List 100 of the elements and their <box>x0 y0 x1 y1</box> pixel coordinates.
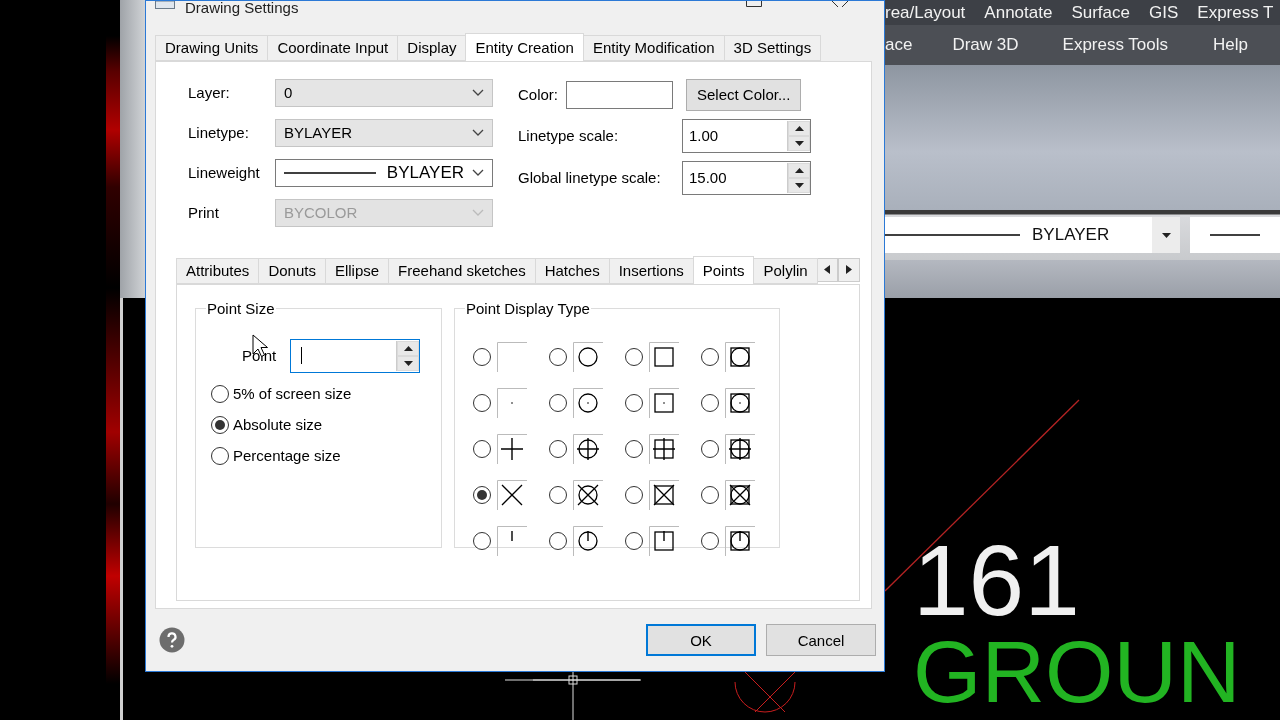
menu-item[interactable]: GIS <box>1149 2 1179 23</box>
settings-tab[interactable]: Display <box>397 34 467 61</box>
point-style-icon <box>573 525 603 556</box>
scroll-right-button[interactable] <box>838 257 860 282</box>
radio-button[interactable] <box>473 439 491 458</box>
down-arrow-icon[interactable] <box>794 182 804 188</box>
left-arrow-icon <box>824 265 831 275</box>
point-style-icon <box>497 433 527 464</box>
category-tab[interactable]: Insertions <box>608 257 694 284</box>
field-label: Linetype: <box>188 124 250 142</box>
category-tab[interactable]: Hatches <box>534 257 610 284</box>
radio-button[interactable] <box>211 384 229 403</box>
scroll-left-button[interactable] <box>816 257 839 282</box>
menu-item[interactable]: Express Tools <box>1062 35 1169 55</box>
option-label: 5% of screen size <box>233 385 352 403</box>
field-label: Global linetype scale: <box>518 169 662 187</box>
color-swatch[interactable] <box>566 80 673 109</box>
group-title: Point Display Type <box>465 299 591 317</box>
category-tab[interactable]: Freehand sketches <box>388 257 536 284</box>
menu-item[interactable]: Help <box>1213 35 1249 55</box>
drawing-text: GROUN <box>913 628 1241 716</box>
point-style-icon <box>649 433 679 464</box>
radio-button[interactable] <box>701 393 719 412</box>
field-label: Print <box>188 204 220 222</box>
point-style-icon <box>649 525 679 556</box>
point-style-icon <box>573 387 603 418</box>
settings-tab[interactable]: Entity Creation <box>465 32 584 61</box>
point-style-icon <box>497 387 527 418</box>
point-style-icon <box>649 341 679 372</box>
number-spinner[interactable]: 1.00 <box>682 118 811 153</box>
window-title: Drawing Settings <box>185 0 299 16</box>
point-style-icon <box>497 525 527 556</box>
number-spinner[interactable]: 15.00 <box>682 160 811 195</box>
down-arrow-icon[interactable] <box>794 140 804 146</box>
radio-button[interactable] <box>211 446 229 465</box>
radio-button[interactable] <box>473 531 491 550</box>
line-sample-icon <box>284 171 376 174</box>
point-style-icon <box>573 479 603 510</box>
settings-tab[interactable]: Drawing Units <box>155 34 269 61</box>
radio-button[interactable] <box>701 531 719 550</box>
close-icon[interactable] <box>832 1 848 7</box>
point-size-field[interactable] <box>290 338 421 373</box>
maximize-icon[interactable] <box>746 1 762 7</box>
point-style-icon <box>573 341 603 372</box>
chevron-down-icon <box>472 168 484 177</box>
radio-button[interactable] <box>473 485 491 504</box>
radio-button[interactable] <box>625 439 643 458</box>
radio-button[interactable] <box>549 485 567 504</box>
menu-item[interactable]: Draw 3D <box>952 35 1019 55</box>
dropdown[interactable]: BYLAYER <box>275 118 493 147</box>
radio-button[interactable] <box>549 393 567 412</box>
help-icon[interactable] <box>159 627 185 654</box>
lineweight-dropdown[interactable]: BYLAYER <box>885 217 1180 253</box>
radio-button[interactable] <box>625 485 643 504</box>
dialog-button[interactable]: Cancel <box>766 624 876 657</box>
category-tab[interactable]: Ellipse <box>324 257 390 284</box>
radio-button[interactable] <box>473 393 491 412</box>
radio-button[interactable] <box>701 439 719 458</box>
chevron-down-icon <box>472 208 484 217</box>
category-tab[interactable]: Attributes <box>176 257 260 284</box>
radio-button[interactable] <box>549 439 567 458</box>
down-arrow-icon[interactable] <box>403 360 413 366</box>
radio-button[interactable] <box>549 531 567 550</box>
radio-button[interactable] <box>625 531 643 550</box>
category-tab[interactable]: Polylin <box>753 257 818 284</box>
dialog-button[interactable]: OK <box>646 624 756 657</box>
settings-tab[interactable]: Entity Modification <box>582 34 725 61</box>
radio-button[interactable] <box>549 347 567 366</box>
menu-item[interactable]: Express T <box>1197 2 1274 23</box>
category-tab[interactable]: Donuts <box>258 257 326 284</box>
option-label: Absolute size <box>233 416 323 434</box>
up-arrow-icon[interactable] <box>403 345 413 351</box>
right-arrow-icon <box>846 265 853 275</box>
group-title: Point Size <box>206 299 276 317</box>
radio-button[interactable] <box>473 347 491 366</box>
chevron-down-icon <box>472 88 484 97</box>
settings-tab[interactable]: 3D Settings <box>723 34 822 61</box>
radio-button[interactable] <box>701 347 719 366</box>
radio-button[interactable] <box>211 415 229 434</box>
field-label: Color: <box>518 86 558 104</box>
linetype-dropdown[interactable] <box>1190 217 1280 253</box>
up-arrow-icon[interactable] <box>794 125 804 131</box>
field-label: Point <box>242 347 277 365</box>
select-color-button[interactable]: Select Color... <box>686 78 802 111</box>
dropdown[interactable]: 0 <box>275 78 493 107</box>
point-style-icon <box>725 479 755 510</box>
menu-item[interactable]: ace <box>885 35 913 55</box>
up-arrow-icon[interactable] <box>794 167 804 173</box>
radio-button[interactable] <box>701 485 719 504</box>
point-style-icon <box>649 479 679 510</box>
drawing-text: 161 <box>913 530 1080 630</box>
menu-item[interactable]: rea/Layout <box>885 2 966 23</box>
radio-button[interactable] <box>625 393 643 412</box>
menu-item[interactable]: Surface <box>1071 2 1130 23</box>
field-label: Layer: <box>188 84 231 102</box>
menu-item[interactable]: Annotate <box>984 2 1053 23</box>
dropdown[interactable]: BYLAYER <box>275 158 493 187</box>
settings-tab[interactable]: Coordinate Input <box>267 34 399 61</box>
radio-button[interactable] <box>625 347 643 366</box>
point-style-icon <box>649 387 679 418</box>
